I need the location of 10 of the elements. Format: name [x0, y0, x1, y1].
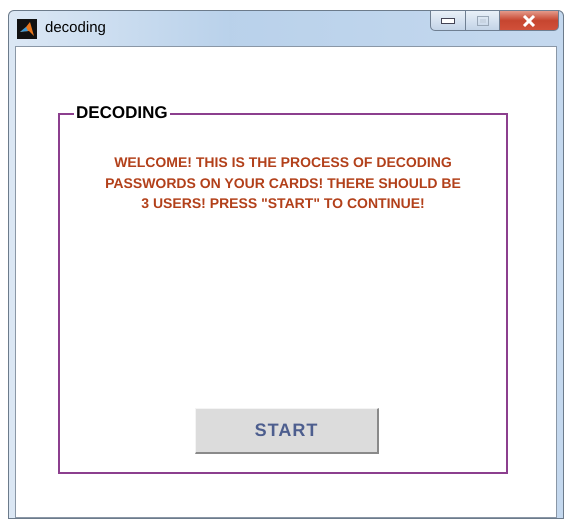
app-icon [17, 18, 37, 38]
maximize-icon [476, 16, 488, 26]
close-button[interactable] [500, 10, 559, 31]
welcome-message: WELCOME! THIS IS THE PROCESS OF DECODING PASSWORDS ON YOUR CARDS! THERE SHOULD BE 3 USERS! PRESS "START" TO CONTINUE! [104, 153, 462, 213]
maximize-button[interactable] [466, 10, 500, 31]
minimize-button[interactable] [430, 10, 466, 31]
close-icon [522, 14, 536, 26]
start-button[interactable]: START [195, 408, 379, 454]
window-title: decoding [45, 18, 106, 38]
minimize-icon [441, 18, 455, 24]
